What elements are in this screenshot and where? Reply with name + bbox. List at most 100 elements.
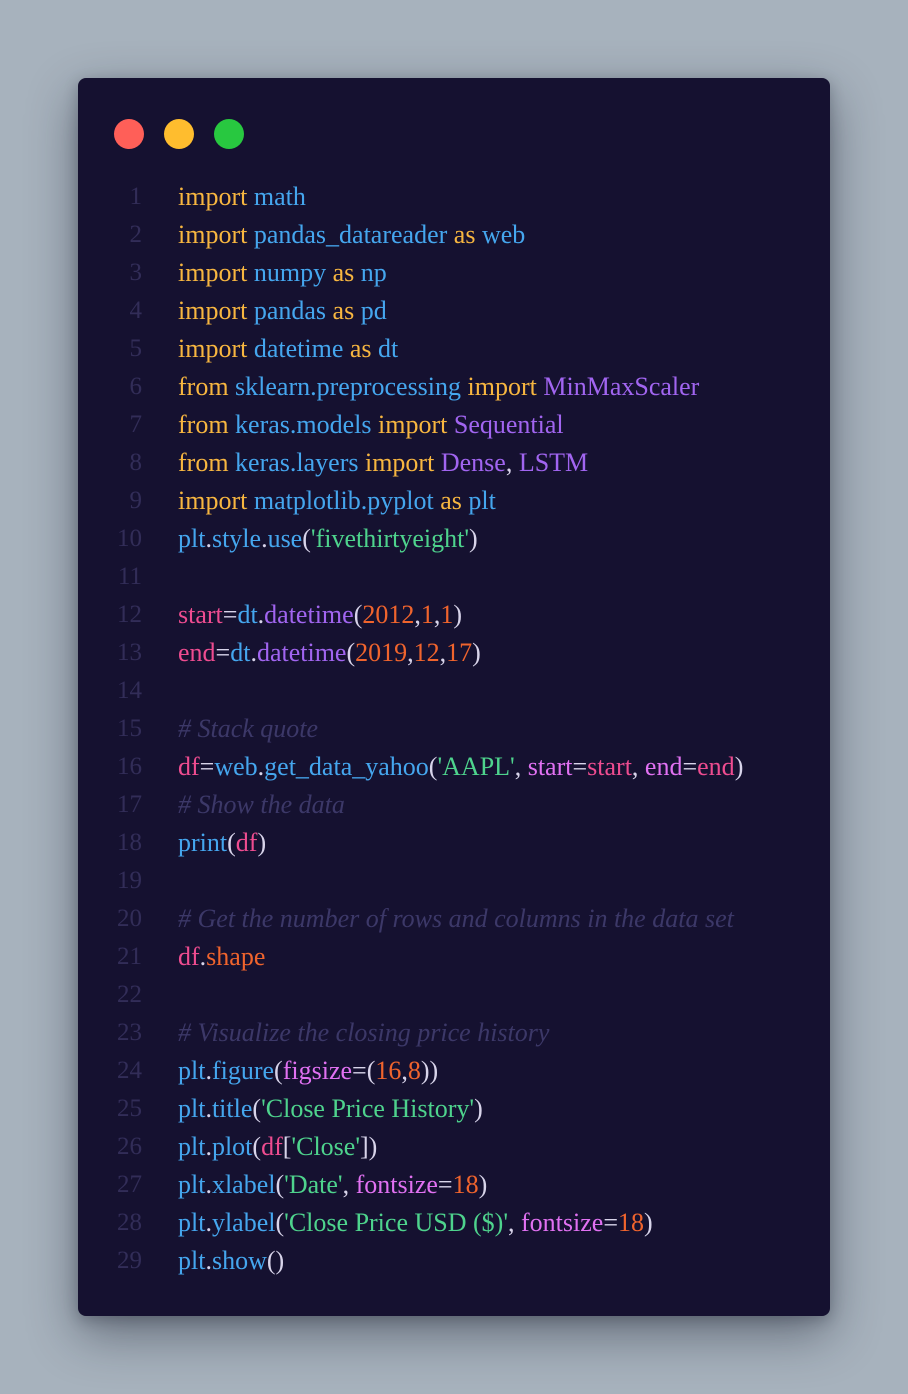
zoom-button[interactable] [214, 119, 244, 149]
code-token: Sequential [453, 410, 564, 439]
code-line: 7 from keras.models import Sequential [78, 406, 830, 444]
line-code: import pandas as pd [178, 292, 387, 330]
code-token: 'Close' [291, 1132, 361, 1161]
code-line: 9 import matplotlib.pyplot as plt [78, 482, 830, 520]
line-code: plt.style.use('fivethirtyeight') [178, 520, 478, 558]
code-token: ( [227, 828, 236, 857]
line-code: import datetime as dt [178, 330, 398, 368]
code-token: end [697, 752, 735, 781]
code-token: as [332, 258, 355, 287]
line-number: 18 [117, 829, 142, 856]
code-token: 'fivethirtyeight' [310, 524, 470, 553]
line-code: import matplotlib.pyplot as plt [178, 482, 496, 520]
line-code: plt.xlabel('Date', fontsize=18) [178, 1166, 487, 1204]
code-line: 26 plt.plot(df['Close']) [78, 1128, 830, 1166]
line-number: 10 [117, 525, 142, 552]
code-token: ( [274, 1056, 283, 1085]
code-token: datetime [264, 600, 354, 629]
code-token: ylabel [211, 1208, 276, 1237]
line-code: start=dt.datetime(2012,1,1) [178, 596, 462, 634]
code-token: import [178, 220, 248, 249]
code-token: # Show the data [178, 790, 345, 819]
code-token: plt [178, 1246, 206, 1275]
code-line: 25 plt.title('Close Price History') [78, 1090, 830, 1128]
code-token: dt [237, 600, 258, 629]
code-token: datetime [253, 334, 344, 363]
line-code: plt.show() [178, 1242, 284, 1280]
line-number: 4 [129, 297, 143, 324]
code-line: 18 print(df) [78, 824, 830, 862]
line-code: # Get the number of rows and columns in … [178, 900, 734, 938]
code-token: pandas_datareader [253, 220, 448, 249]
line-code: plt.ylabel('Close Price USD ($)', fontsi… [178, 1204, 653, 1242]
line-number: 22 [117, 981, 142, 1008]
code-token: ( [275, 1170, 285, 1199]
code-token: pd [360, 296, 387, 325]
code-token: = [603, 1208, 618, 1237]
code-token: import [178, 258, 248, 287]
code-line: 6 from sklearn.preprocessing import MinMa… [78, 368, 830, 406]
line-number: 14 [117, 677, 142, 704]
line-code: plt.plot(df['Close']) [178, 1128, 377, 1166]
code-token: plt [178, 1208, 206, 1237]
code-token: ) [474, 1094, 483, 1123]
code-token: 12 [413, 638, 440, 667]
code-token: shape [206, 942, 266, 971]
code-line: 3 import numpy as np [78, 254, 830, 292]
minimize-button[interactable] [164, 119, 194, 149]
code-token: 8 [407, 1056, 421, 1085]
code-token: = [437, 1170, 453, 1199]
code-token: from [178, 410, 229, 439]
code-token: dt [230, 638, 251, 667]
code-token: ) [478, 1170, 488, 1199]
code-token: import [378, 410, 448, 439]
code-token: plt [178, 1132, 206, 1161]
code-token: plt [178, 1094, 206, 1123]
code-token: end [644, 752, 683, 781]
code-token: # Visualize the closing price history [178, 1018, 550, 1047]
code-token: MinMaxScaler [543, 372, 700, 401]
line-number: 3 [129, 259, 143, 286]
code-token: fontsize [355, 1170, 438, 1199]
line-number: 29 [117, 1247, 142, 1274]
code-token: , [342, 1170, 356, 1199]
code-token: = [222, 600, 238, 629]
code-token: 'Close Price History' [261, 1094, 475, 1123]
line-code: from sklearn.preprocessing import MinMax… [178, 368, 699, 406]
line-code: df.shape [178, 938, 265, 976]
code-token: keras.layers [235, 448, 359, 477]
code-line: 19 [78, 862, 830, 900]
code-token: 1 [420, 600, 434, 629]
code-token: web [481, 220, 526, 249]
code-token: , [505, 448, 519, 477]
code-token: start [527, 752, 573, 781]
code-line: 14 [78, 672, 830, 710]
code-token: , [514, 752, 528, 781]
line-code: # Show the data [178, 786, 345, 824]
line-number: 13 [117, 639, 142, 666]
code-token: # Get the number of rows and columns in … [178, 904, 734, 933]
code-line: 1 import math [78, 178, 830, 216]
close-button[interactable] [114, 119, 144, 149]
code-token: show [211, 1246, 267, 1275]
code-token: xlabel [211, 1170, 276, 1199]
code-token: from [178, 372, 229, 401]
code-token: plt [178, 1056, 206, 1085]
code-token: fontsize [521, 1208, 604, 1237]
code-token: get_data_yahoo [264, 752, 429, 781]
code-editor: 1 import math 2 import pandas_datareader as… [78, 178, 830, 1280]
code-line: 2 import pandas_datareader as web [78, 216, 830, 254]
code-token: math [253, 182, 306, 211]
code-token: import [178, 486, 248, 515]
line-code: from keras.layers import Dense, LSTM [178, 444, 588, 482]
code-token: 'Date' [284, 1170, 343, 1199]
code-token: () [266, 1246, 285, 1275]
code-token: 2019 [355, 638, 408, 667]
code-token: as [349, 334, 372, 363]
code-token: as [453, 220, 476, 249]
code-token: 'Close Price USD ($)' [284, 1208, 508, 1237]
line-code: # Stack quote [178, 710, 318, 748]
line-number: 15 [117, 715, 142, 742]
code-token: plt [178, 1170, 206, 1199]
line-number: 11 [117, 563, 142, 590]
